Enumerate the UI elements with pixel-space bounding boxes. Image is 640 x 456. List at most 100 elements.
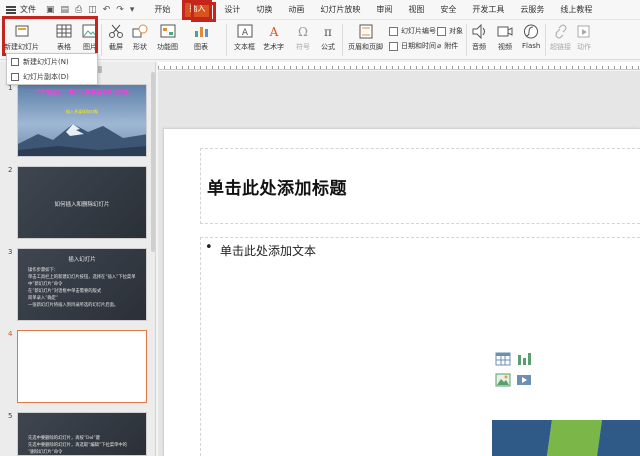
menu-tabs: 开始 插入 设计 切换 动画 幻灯片放映 审阅 视图 安全 开发工具 云服务 线… [146, 0, 600, 20]
hyperlink-button[interactable]: 超链接 [550, 24, 571, 52]
omega-icon: Ω [295, 24, 311, 39]
pi-icon: π [320, 24, 336, 39]
quick-access-toolbar: ▣ ▤ ⎙ ◫ ↶ ↷ ▾ [46, 5, 134, 15]
slide-number-label: 1 [8, 84, 13, 92]
shape-icon [132, 24, 148, 39]
slide-number-icon [389, 26, 398, 36]
tab-home[interactable]: 开始 [146, 0, 178, 20]
header-footer-icon [358, 24, 374, 39]
tab-design[interactable]: 设计 [216, 0, 248, 20]
tab-animation[interactable]: 动画 [280, 0, 312, 20]
file-menu[interactable]: 文件 [20, 4, 36, 15]
chart-icon [193, 24, 209, 39]
textbox-icon: A [237, 24, 253, 39]
menu-bar: 文件 ▣ ▤ ⎙ ◫ ↶ ↷ ▾ 开始 插入 设计 切换 动画 幻灯片放映 审阅… [0, 0, 640, 20]
function-chart-button[interactable]: 功能图 [157, 24, 178, 52]
screenshot-button[interactable]: 截屏 [108, 24, 124, 52]
scissors-icon [108, 24, 124, 39]
thumbnail-body: 先选中要删除的幻灯片，再按“Del”键 先选中要删除的幻灯片，再选取“编辑”下拉… [28, 436, 127, 455]
content-placeholder-text: 单击此处添加文本 [220, 244, 317, 258]
slide-thumbnail-2[interactable]: 如何插入和删除幻灯片 [17, 166, 147, 239]
flash-icon [523, 24, 539, 39]
tab-transition[interactable]: 切换 [248, 0, 280, 20]
symbol-button[interactable]: Ω 符号 [295, 24, 311, 52]
speaker-icon [471, 24, 487, 39]
tab-developer[interactable]: 开发工具 [464, 0, 512, 20]
header-footer-button[interactable]: 页眉和页脚 [348, 24, 383, 52]
video-button[interactable]: 视频 [497, 24, 513, 52]
insert-video-icon[interactable] [513, 369, 534, 390]
video-icon [497, 24, 513, 39]
link-icon [553, 24, 569, 39]
save-icon[interactable]: ▣ [46, 5, 55, 15]
object-icon [437, 26, 446, 36]
menu-icon[interactable] [6, 5, 16, 14]
tab-review[interactable]: 审阅 [368, 0, 400, 20]
new-slide-icon [11, 58, 19, 66]
tab-slideshow[interactable]: 幻灯片放映 [312, 0, 368, 20]
duplicate-slide-icon [11, 73, 19, 81]
date-time-button[interactable]: 日期和时间 [389, 41, 436, 51]
svg-text:A: A [241, 28, 248, 38]
title-placeholder-text: 单击此处添加标题 [207, 179, 347, 199]
object-button[interactable]: 对象 [437, 26, 463, 36]
tab-cloud[interactable]: 云服务 [512, 0, 552, 20]
slide-number-label: 5 [8, 412, 13, 420]
insert-chart-icon[interactable] [513, 348, 534, 369]
slide-thumbnail-4[interactable] [17, 330, 147, 403]
picture-button[interactable]: 图片 [82, 24, 98, 52]
svg-text:A: A [268, 25, 278, 39]
ribbon-separator [101, 24, 102, 56]
tab-security[interactable]: 安全 [432, 0, 464, 20]
bullet-icon: • [205, 240, 213, 255]
new-slide-icon [14, 24, 30, 39]
pane-scrollbar[interactable] [151, 72, 155, 252]
table-icon [56, 24, 72, 39]
shape-button[interactable]: 形状 [132, 24, 148, 52]
tab-insert[interactable]: 插入 [182, 0, 213, 20]
paperclip-icon: ⌀ [437, 42, 442, 50]
action-icon [576, 24, 592, 39]
menu-item-duplicate-slide[interactable]: 幻灯片副本(D) [7, 70, 97, 84]
slide-thumbnail-1[interactable]: 汽车制造行一事业天赛事活动转化比赔 插入多媒体和对象 [17, 84, 147, 157]
wordart-icon: A [266, 24, 282, 39]
action-button[interactable]: 动作 [576, 24, 592, 52]
ribbon-separator [342, 24, 343, 56]
thumbnail-title: 汽车制造行一事业天赛事活动转化比赔 [35, 90, 129, 96]
chevron-down-icon[interactable]: ▾ [130, 5, 135, 15]
thumbnail-title: 插入幻灯片 [68, 257, 96, 263]
print-icon[interactable]: ⎙ [75, 5, 82, 15]
new-slide-button[interactable]: 新建幻灯片 [4, 24, 39, 52]
wordart-button[interactable]: A 艺术字 [263, 24, 284, 52]
thumbnail-title: 如何插入和删除幻灯片 [54, 202, 110, 208]
calendar-icon [389, 41, 398, 51]
thumbnail-body: 操作步骤如下： 单击工具栏上的新建幻灯片按钮，选择在“插入”下拉菜单 中“新幻灯… [28, 268, 136, 308]
slide-number-button[interactable]: 幻灯片编号 [389, 26, 436, 36]
formula-button[interactable]: π 公式 [320, 24, 336, 52]
tab-tutorial[interactable]: 线上教程 [552, 0, 600, 20]
slide-thumbnail-pane: 1 汽车制造行一事业天赛事活动转化比赔 插入多媒体和对象 2 如何插入和删除幻灯… [0, 62, 156, 456]
chart-button[interactable]: 图表 [193, 24, 209, 52]
open-icon[interactable]: ▤ [61, 5, 70, 15]
undo-icon[interactable]: ↶ [103, 5, 111, 15]
menu-item-new-slide[interactable]: 新建幻灯片(N) [7, 55, 97, 69]
redo-icon[interactable]: ↷ [116, 5, 124, 15]
ribbon-separator [226, 24, 227, 56]
attachment-button[interactable]: ⌀ 附件 [437, 41, 458, 51]
table-button[interactable]: 表格 [56, 24, 72, 52]
audio-button[interactable]: 音频 [471, 24, 487, 52]
flash-button[interactable]: Flash [522, 24, 540, 50]
textbox-button[interactable]: A 文本框 [234, 24, 255, 52]
ribbon-separator [545, 24, 546, 56]
tab-view[interactable]: 视图 [400, 0, 432, 20]
insert-table-icon[interactable] [492, 348, 513, 369]
svg-text:π: π [324, 25, 332, 39]
insert-picture-icon[interactable] [492, 369, 513, 390]
preview-icon[interactable]: ◫ [88, 5, 97, 15]
slide-thumbnail-5[interactable]: 先选中要删除的幻灯片，再按“Del”键 先选中要删除的幻灯片，再选取“编辑”下拉… [17, 412, 147, 456]
ribbon-separator [466, 24, 467, 56]
svg-text:Ω: Ω [298, 25, 308, 39]
new-slide-dropdown: 新建幻灯片(N) 幻灯片副本(D) [6, 53, 98, 85]
insert-content-icons [492, 348, 534, 390]
slide-thumbnail-3[interactable]: 插入幻灯片 操作步骤如下： 单击工具栏上的新建幻灯片按钮，选择在“插入”下拉菜单… [17, 248, 147, 321]
